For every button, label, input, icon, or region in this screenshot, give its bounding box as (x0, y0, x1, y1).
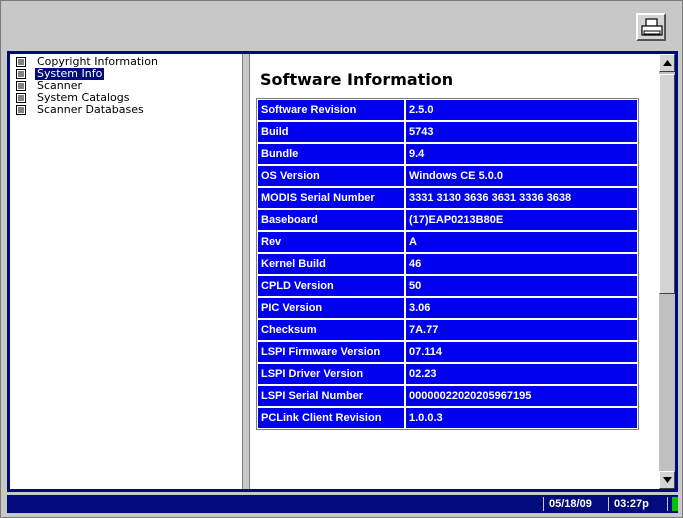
row-key: Kernel Build (257, 253, 405, 275)
row-value: 50 (405, 275, 638, 297)
row-value: 2.5.0 (405, 99, 638, 121)
status-separator (608, 497, 609, 511)
status-time: 03:27p (614, 498, 649, 510)
table-row: CPLD Version 50 (257, 275, 638, 297)
tree-item-scanner-databases[interactable]: Scanner Databases (15, 104, 242, 116)
scroll-up-button[interactable] (659, 54, 675, 72)
table-row: OS Version Windows CE 5.0.0 (257, 165, 638, 187)
table-row: LSPI Firmware Version 07.114 (257, 341, 638, 363)
status-date: 05/18/09 (549, 498, 592, 510)
page-title: Software Information (260, 70, 454, 89)
row-key: Build (257, 121, 405, 143)
row-value: 02.23 (405, 363, 638, 385)
table-row: Bundle 9.4 (257, 143, 638, 165)
row-value: 3331 3130 3636 3631 3336 3638 (405, 187, 638, 209)
table-row: LSPI Driver Version 02.23 (257, 363, 638, 385)
tree-item-label: Scanner Databases (37, 103, 144, 116)
table-row: MODIS Serial Number 3331 3130 3636 3631 3… (257, 187, 638, 209)
document-icon (16, 81, 26, 91)
table-row: PCLink Client Revision 1.0.0.3 (257, 407, 638, 429)
row-key: PIC Version (257, 297, 405, 319)
row-key: Software Revision (257, 99, 405, 121)
vertical-scrollbar[interactable] (659, 54, 675, 489)
row-value: 07.114 (405, 341, 638, 363)
row-value: 00000022020205967195 (405, 385, 638, 407)
row-key: LSPI Serial Number (257, 385, 405, 407)
row-key: LSPI Driver Version (257, 363, 405, 385)
table-row: Baseboard (17)EAP0213B80E (257, 209, 638, 231)
document-icon (16, 93, 26, 103)
row-key: OS Version (257, 165, 405, 187)
document-icon (16, 69, 26, 79)
content-area: Copyright Information System Info Scanne… (7, 51, 678, 492)
scroll-thumb[interactable] (659, 74, 675, 294)
printer-icon (641, 18, 663, 36)
status-indicator (672, 497, 678, 511)
content-inner: Copyright Information System Info Scanne… (10, 54, 675, 489)
row-value: 9.4 (405, 143, 638, 165)
arrow-down-icon (663, 477, 672, 483)
row-key: Bundle (257, 143, 405, 165)
row-key: PCLink Client Revision (257, 407, 405, 429)
row-value: 3.06 (405, 297, 638, 319)
row-value: 7A.77 (405, 319, 638, 341)
table-row: PIC Version 3.06 (257, 297, 638, 319)
table-row: Checksum 7A.77 (257, 319, 638, 341)
row-value: 1.0.0.3 (405, 407, 638, 429)
arrow-up-icon (663, 60, 672, 66)
print-button[interactable] (636, 13, 666, 41)
toolbar (7, 7, 678, 49)
row-value: 46 (405, 253, 638, 275)
document-icon (16, 105, 26, 115)
table-row: Kernel Build 46 (257, 253, 638, 275)
table-row: LSPI Serial Number 00000022020205967195 (257, 385, 638, 407)
software-info-table: Software Revision 2.5.0 Build 5743 Bundle 9… (256, 98, 639, 430)
table-row: Rev A (257, 231, 638, 253)
row-key: MODIS Serial Number (257, 187, 405, 209)
document-icon (16, 57, 26, 67)
table-row: Software Revision 2.5.0 (257, 99, 638, 121)
row-key: Rev (257, 231, 405, 253)
row-value: A (405, 231, 638, 253)
row-value: (17)EAP0213B80E (405, 209, 638, 231)
navigation-tree: Copyright Information System Info Scanne… (10, 54, 242, 489)
row-key: LSPI Firmware Version (257, 341, 405, 363)
status-separator (543, 497, 544, 511)
row-value: Windows CE 5.0.0 (405, 165, 638, 187)
detail-pane: Software Information Software Revision 2.… (250, 54, 675, 489)
table-row: Build 5743 (257, 121, 638, 143)
status-separator (667, 497, 668, 511)
app-window: Copyright Information System Info Scanne… (0, 0, 683, 518)
scroll-down-button[interactable] (659, 471, 675, 489)
row-key: Checksum (257, 319, 405, 341)
row-key: Baseboard (257, 209, 405, 231)
row-value: 5743 (405, 121, 638, 143)
status-bar: 05/18/09 03:27p (7, 495, 678, 513)
row-key: CPLD Version (257, 275, 405, 297)
pane-splitter[interactable] (242, 54, 250, 489)
